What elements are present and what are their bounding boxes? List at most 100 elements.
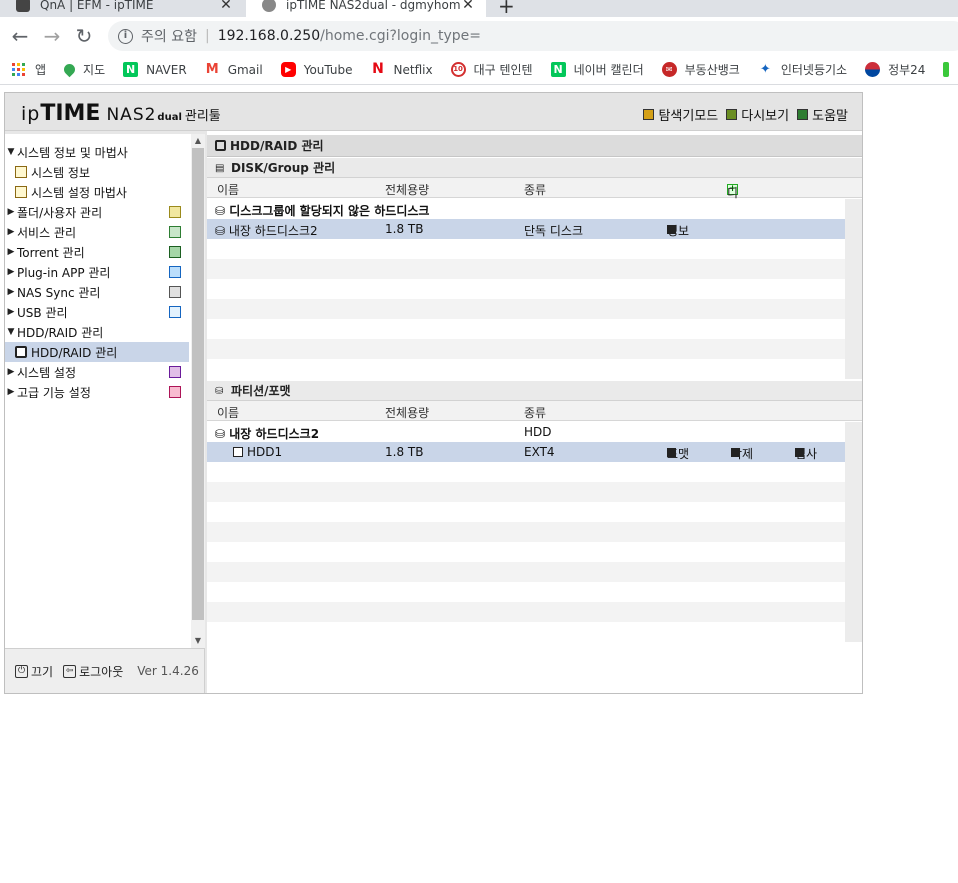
bookmark-label: 지도 [83, 63, 106, 77]
bookmark-registry[interactable]: ✦ 인터넷등기소 [757, 61, 847, 78]
bookmark-maps[interactable]: 지도 [61, 61, 106, 78]
reload-icon[interactable]: ↻ [72, 24, 96, 48]
logout-button[interactable]: ⇦ 로그아웃 [63, 663, 123, 680]
help-link[interactable]: 도움말 [797, 105, 848, 124]
sidebar-item-plugin-app[interactable]: ▶ Plug-in APP 관리 [5, 262, 189, 282]
caret-right-icon[interactable]: ▶ [5, 207, 17, 217]
caret-right-icon[interactable]: ▶ [5, 287, 17, 297]
power-off-button[interactable]: ⏻ 끄기 [15, 663, 53, 680]
list-item [207, 562, 845, 582]
col-type: 종류 [524, 183, 547, 197]
gov24-icon [865, 62, 881, 77]
partition-disk-cell: ⛁ 내장 하드디스크2 [215, 425, 319, 442]
netflix-icon: N [370, 61, 386, 77]
gmail-icon: M [204, 62, 220, 77]
bookmark-label: YouTube [303, 62, 353, 77]
bookmark-netflix[interactable]: N Netflix [370, 61, 433, 77]
sidebar-item-label: HDD/RAID 관리 [31, 345, 118, 360]
naver-icon: N [123, 62, 139, 77]
check-button[interactable]: 검사 [795, 445, 817, 462]
list-item [207, 259, 845, 279]
efm-favicon-icon [16, 0, 30, 12]
sidebar-scrollbar[interactable]: ▲ ▼ [191, 134, 205, 648]
sidebar-item-system-info[interactable]: 시스템 정보 [5, 162, 189, 182]
sidebar-item-folder-user[interactable]: ▶ 폴더/사용자 관리 [5, 202, 189, 222]
bookmark-naver-calendar[interactable]: N 네이버 캘린더 [550, 61, 644, 78]
caret-down-icon[interactable]: ▼ [5, 147, 17, 157]
caret-right-icon[interactable]: ▶ [5, 307, 17, 317]
bookmark-youtube[interactable]: ▶ YouTube [280, 62, 353, 77]
table-row[interactable]: HDD1 1.8 TB EXT4 포맷 삭제 검사 [207, 442, 845, 462]
close-icon[interactable]: ✕ [218, 0, 234, 13]
page-title-text: HDD/RAID 관리 [230, 139, 324, 153]
forward-arrow-icon[interactable]: → [40, 24, 64, 48]
scroll-down-icon[interactable]: ▼ [191, 634, 205, 648]
disk-stack-icon: ⛁ [215, 427, 226, 441]
disk-name: 내장 하드디스크2 [228, 224, 318, 238]
disk-list: ⛁ 디스크그룹에 할당되지 않은 하드디스크 ⛁ 내장 하드디스크2 1.8 T… [207, 199, 845, 379]
sidebar-item-system-settings[interactable]: ▶ 시스템 설정 [5, 362, 189, 382]
info-icon[interactable]: i [118, 28, 133, 44]
caret-right-icon[interactable]: ▶ [5, 247, 17, 257]
bookmark-overflow[interactable] [943, 62, 957, 77]
scroll-up-icon[interactable]: ▲ [191, 134, 205, 148]
sidebar-item-advanced[interactable]: ▶ 고급 기능 설정 [5, 382, 189, 402]
sidebar-item-setup-wizard[interactable]: 시스템 설정 마법사 [5, 182, 189, 202]
col-name: 이름 [217, 183, 240, 197]
sidebar-item-hdd-raid-manage[interactable]: HDD/RAID 관리 [5, 342, 189, 362]
close-icon[interactable]: ✕ [460, 0, 476, 13]
folder-user-icon [169, 206, 181, 218]
bookmark-gmail[interactable]: M Gmail [204, 62, 263, 77]
table-row[interactable]: ⛁ 내장 하드디스크2 HDD [207, 422, 845, 442]
bookmark-label: 대구 텐인텐 [473, 63, 533, 77]
caret-down-icon[interactable]: ▼ [5, 327, 17, 337]
bookmark-apps[interactable]: 앱 [12, 61, 46, 78]
back-arrow-icon[interactable]: ← [8, 24, 32, 48]
sidebar-tree: ▼ 시스템 정보 및 마법사 시스템 정보 시스템 설정 마법사 ▶ 폴더/사용… [5, 134, 189, 648]
sidebar-item-label: NAS Sync 관리 [17, 285, 101, 300]
sidebar-item-torrent[interactable]: ▶ Torrent 관리 [5, 242, 189, 262]
caret-right-icon[interactable]: ▶ [5, 367, 17, 377]
sidebar-item-label: 시스템 설정 마법사 [31, 185, 127, 200]
caret-right-icon[interactable]: ▶ [5, 227, 17, 237]
list-item [207, 279, 845, 299]
list-item [207, 582, 845, 602]
disk-info-button[interactable]: 정보 [667, 222, 689, 239]
bookmark-tenten[interactable]: 10 대구 텐인텐 [450, 61, 533, 78]
hdd-icon [233, 447, 243, 457]
tab-qna[interactable]: QnA | EFM - ipTIME ✕ [0, 0, 244, 17]
format-button[interactable]: 포맷 [667, 445, 689, 462]
caret-right-icon[interactable]: ▶ [5, 267, 17, 277]
plugin-icon [169, 266, 181, 278]
table-row[interactable]: ⛁ 내장 하드디스크2 1.8 TB 단독 디스크 정보 [207, 219, 845, 239]
explorer-mode-link[interactable]: 탐색기모드 [643, 105, 718, 124]
sidebar-item-label: 시스템 정보 [31, 165, 91, 180]
bookmarks-bar: 앱 지도 N NAVER M Gmail ▶ YouTube N Netflix… [0, 55, 958, 85]
section-title: 파티션/포맷 [231, 384, 291, 398]
new-tab-plus-icon[interactable]: + [498, 0, 515, 17]
security-status[interactable]: 주의 요함 [141, 26, 197, 46]
partition-name: HDD1 [247, 445, 283, 459]
caret-right-icon[interactable]: ▶ [5, 387, 17, 397]
tab-iptime[interactable]: ipTIME NAS2dual - dgmyhome. ✕ [246, 0, 486, 17]
bookmark-realestate[interactable]: ✉ 부동산뱅크 [661, 61, 740, 78]
sidebar-item-system-info-wizard[interactable]: ▼ 시스템 정보 및 마법사 [5, 142, 189, 162]
bookmark-gov24[interactable]: 정부24 [865, 61, 925, 78]
link-label: 탐색기모드 [658, 109, 719, 124]
list-item [207, 602, 845, 622]
partition-icon: ⛁ [215, 385, 224, 397]
sidebar-item-nas-sync[interactable]: ▶ NAS Sync 관리 [5, 282, 189, 302]
delete-button[interactable]: 삭제 [731, 445, 753, 462]
sidebar-item-hdd-raid[interactable]: ▼ HDD/RAID 관리 [5, 322, 189, 342]
sidebar-footer: ⏻ 끄기 ⇦ 로그아웃 Ver 1.4.26 [5, 648, 205, 693]
address-bar[interactable]: i 주의 요함 | 192.168.0.250 /home.cgi?login_… [108, 21, 958, 51]
scrollbar-thumb[interactable] [192, 148, 204, 620]
sidebar-item-service[interactable]: ▶ 서비스 관리 [5, 222, 189, 242]
list-item [207, 339, 845, 359]
refresh-link[interactable]: 다시보기 [726, 105, 789, 124]
sidebar-item-usb[interactable]: ▶ USB 관리 [5, 302, 189, 322]
partition-capacity: 1.8 TB [385, 445, 424, 459]
sidebar-item-label: 고급 기능 설정 [17, 385, 91, 400]
bookmark-naver[interactable]: N NAVER [123, 62, 187, 77]
logout-label: 로그아웃 [79, 664, 124, 679]
